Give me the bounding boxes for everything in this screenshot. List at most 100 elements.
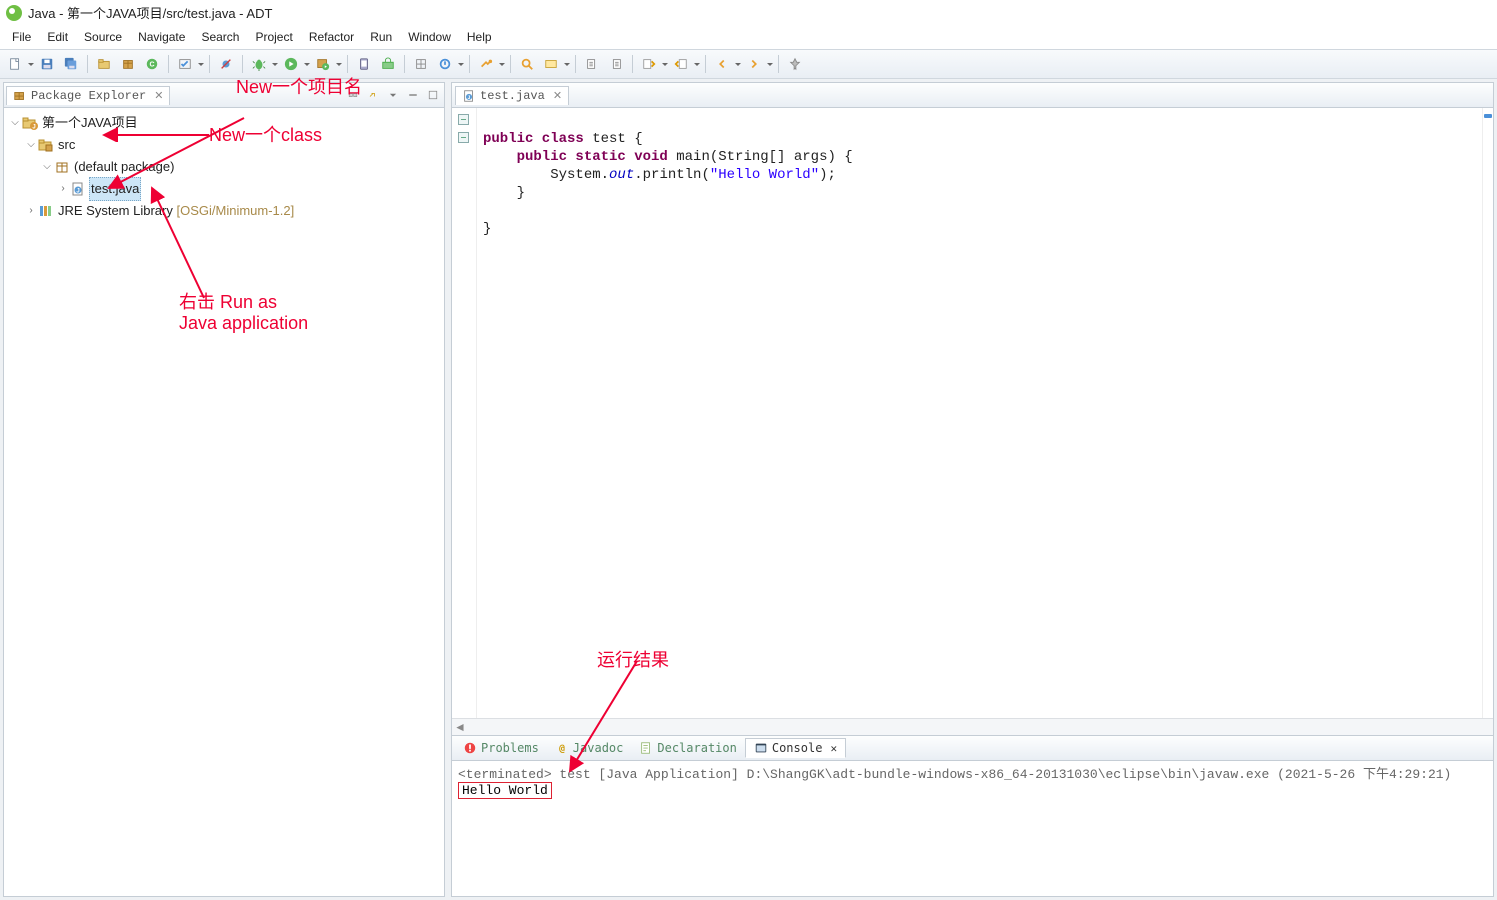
menu-search[interactable]: Search xyxy=(193,27,247,47)
link-editor-button[interactable] xyxy=(364,86,382,104)
fold-marker-icon[interactable] xyxy=(458,114,469,125)
lint-dropdown[interactable] xyxy=(458,54,464,74)
menu-window[interactable]: Window xyxy=(400,27,459,47)
tree-jre-library[interactable]: › JRE System Library [OSGi/Minimum-1.2] xyxy=(6,200,442,222)
minimize-view-button[interactable] xyxy=(404,86,422,104)
collapse-all-button[interactable] xyxy=(344,86,362,104)
code-editor[interactable]: public class test { public static void m… xyxy=(452,108,1493,718)
menu-help[interactable]: Help xyxy=(459,27,500,47)
overview-ruler[interactable] xyxy=(1482,108,1493,718)
prev-annotation-dropdown[interactable] xyxy=(662,54,668,74)
next-annotation-button[interactable] xyxy=(670,53,692,75)
toolbar-separator xyxy=(575,55,576,73)
expander-icon[interactable]: ⌵ xyxy=(24,134,38,156)
svg-text:C: C xyxy=(149,62,154,69)
sdk-manager-button[interactable] xyxy=(377,53,399,75)
console-header: <terminated> test [Java Application] D:\… xyxy=(458,763,1487,782)
run-button[interactable] xyxy=(280,53,302,75)
back-dropdown[interactable] xyxy=(735,54,741,74)
open-task-button[interactable] xyxy=(174,53,196,75)
editor-tab-label: test.java xyxy=(480,89,545,103)
back-button[interactable] xyxy=(711,53,733,75)
open-type-dropdown[interactable] xyxy=(499,54,505,74)
tree-default-package[interactable]: ⌵ (default package) xyxy=(6,156,442,178)
close-editor-icon[interactable]: ✕ xyxy=(553,89,562,102)
bottom-views: Problems @ Javadoc Declaration Console ✕ xyxy=(452,735,1493,896)
menu-run[interactable]: Run xyxy=(362,27,400,47)
code-content[interactable]: public class test { public static void m… xyxy=(477,108,1482,718)
menu-file[interactable]: File xyxy=(4,27,39,47)
menu-navigate[interactable]: Navigate xyxy=(130,27,193,47)
new-dropdown[interactable] xyxy=(28,54,34,74)
annotation-dropdown[interactable] xyxy=(564,54,570,74)
open-task-dropdown[interactable] xyxy=(198,54,204,74)
pin-editor-button[interactable] xyxy=(784,53,806,75)
toolbar-separator xyxy=(347,55,348,73)
app-window: Java - 第一个JAVA项目/src/test.java - ADT Fil… xyxy=(0,0,1497,900)
console-view[interactable]: <terminated> test [Java Application] D:\… xyxy=(452,761,1493,896)
expander-icon[interactable]: › xyxy=(56,178,70,200)
close-tab-icon[interactable]: ✕ xyxy=(830,742,837,755)
save-all-button[interactable] xyxy=(60,53,82,75)
toolbar-separator xyxy=(87,55,88,73)
editor-gutter xyxy=(452,108,477,718)
search-button[interactable] xyxy=(516,53,538,75)
new-class-button[interactable]: C xyxy=(141,53,163,75)
horizontal-scrollbar[interactable]: ◄ xyxy=(452,718,1493,735)
expander-icon[interactable]: ⌵ xyxy=(8,112,22,134)
run-last-dropdown[interactable] xyxy=(336,54,342,74)
prev-annotation-button[interactable] xyxy=(638,53,660,75)
scroll-left-button[interactable]: ◄ xyxy=(452,720,468,734)
menu-edit[interactable]: Edit xyxy=(39,27,76,47)
toolbar-separator xyxy=(632,55,633,73)
tree-project[interactable]: ⌵ J 第一个JAVA项目 xyxy=(6,112,442,134)
editor-tabs: J test.java ✕ xyxy=(452,83,1493,108)
view-menu-button[interactable] xyxy=(384,86,402,104)
skip-breakpoints-button[interactable] xyxy=(215,53,237,75)
forward-dropdown[interactable] xyxy=(767,54,773,74)
fold-marker-icon[interactable] xyxy=(458,132,469,143)
annotation-button[interactable] xyxy=(540,53,562,75)
new-java-project-button[interactable] xyxy=(93,53,115,75)
maximize-view-button[interactable] xyxy=(424,86,442,104)
close-tab-icon[interactable]: ✕ xyxy=(154,89,163,102)
package-explorer-tab[interactable]: Package Explorer ✕ xyxy=(6,86,170,105)
run-last-button[interactable] xyxy=(312,53,334,75)
tab-declaration[interactable]: Declaration xyxy=(631,739,744,757)
avd-manager-button[interactable] xyxy=(353,53,375,75)
expander-icon[interactable]: ⌵ xyxy=(40,156,54,178)
tree-src-folder[interactable]: ⌵ src xyxy=(6,134,442,156)
tab-console[interactable]: Console ✕ xyxy=(745,738,846,758)
tab-problems[interactable]: Problems xyxy=(455,739,547,757)
new-android-button[interactable] xyxy=(410,53,432,75)
tree-file-test-java[interactable]: › J test.java xyxy=(6,178,442,200)
tree-label: 第一个JAVA项目 xyxy=(41,112,139,134)
toolbar-separator xyxy=(510,55,511,73)
menu-bar: File Edit Source Navigate Search Project… xyxy=(0,25,1497,49)
expander-icon[interactable]: › xyxy=(24,200,38,222)
new-package-button[interactable] xyxy=(117,53,139,75)
editor-tab-test-java[interactable]: J test.java ✕ xyxy=(455,86,569,105)
next-edit-button[interactable] xyxy=(605,53,627,75)
console-output: Hello World xyxy=(462,783,548,798)
menu-project[interactable]: Project xyxy=(247,27,300,47)
open-type-button[interactable] xyxy=(475,53,497,75)
run-dropdown[interactable] xyxy=(304,54,310,74)
library-icon xyxy=(38,203,54,219)
menu-source[interactable]: Source xyxy=(76,27,130,47)
forward-button[interactable] xyxy=(743,53,765,75)
next-annotation-dropdown[interactable] xyxy=(694,54,700,74)
debug-button[interactable] xyxy=(248,53,270,75)
window-title: Java - 第一个JAVA项目/src/test.java - ADT xyxy=(28,3,272,22)
new-button[interactable] xyxy=(4,53,26,75)
tab-javadoc[interactable]: @ Javadoc xyxy=(547,739,632,757)
bottom-tabs: Problems @ Javadoc Declaration Console ✕ xyxy=(452,736,1493,761)
lint-button[interactable] xyxy=(434,53,456,75)
prev-edit-button[interactable] xyxy=(581,53,603,75)
declaration-icon xyxy=(639,741,653,755)
toolbar-separator xyxy=(705,55,706,73)
save-button[interactable] xyxy=(36,53,58,75)
toolbar-separator xyxy=(469,55,470,73)
debug-dropdown[interactable] xyxy=(272,54,278,74)
menu-refactor[interactable]: Refactor xyxy=(301,27,362,47)
